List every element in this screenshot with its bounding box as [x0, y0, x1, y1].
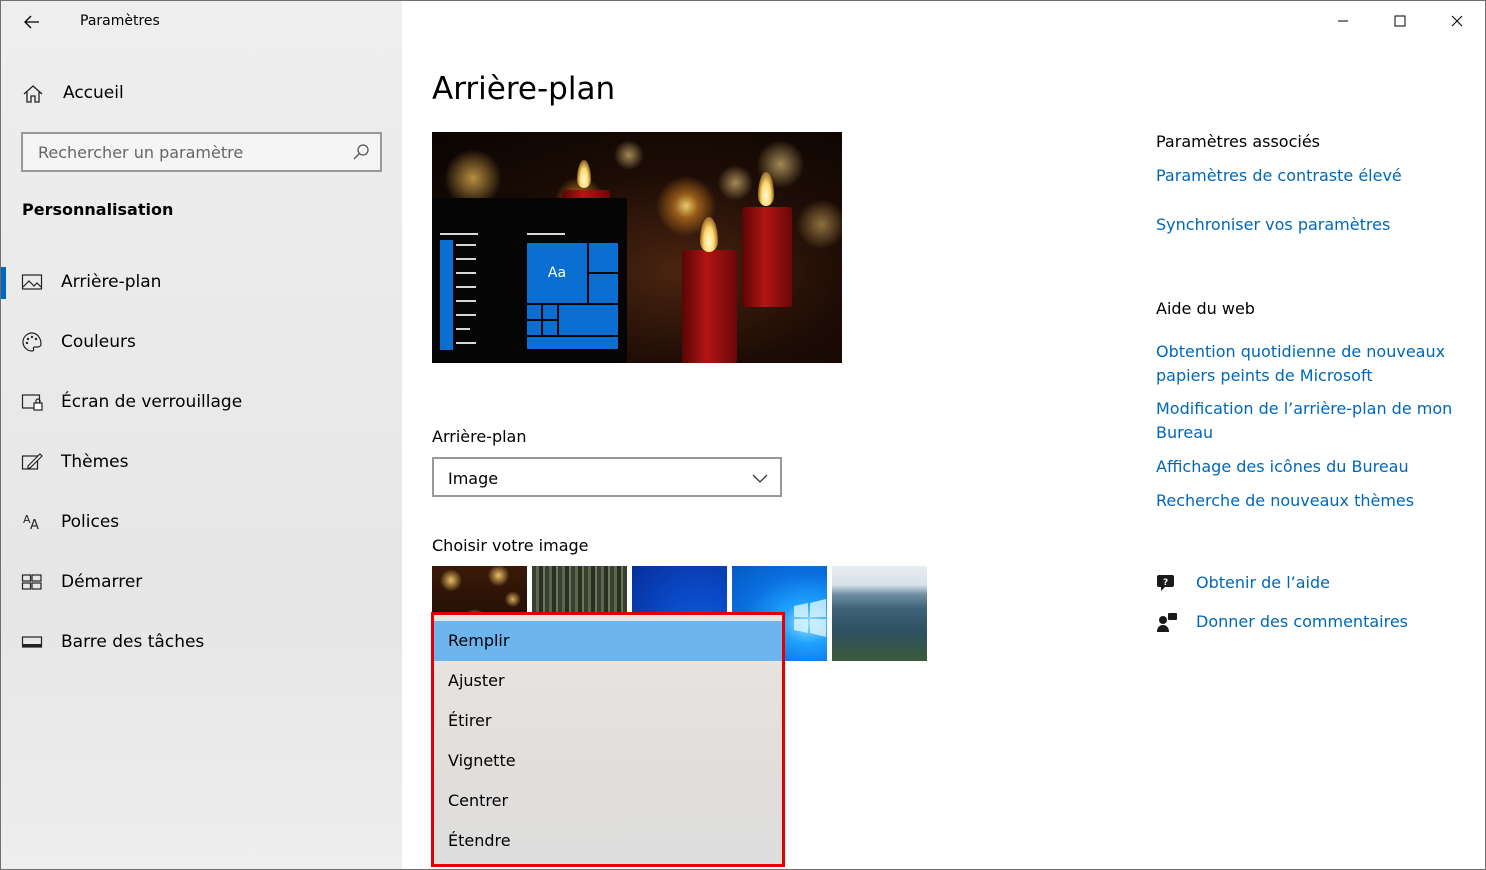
background-preview: Aa: [432, 132, 842, 363]
link-sync-settings[interactable]: Synchroniser vos paramètres: [1156, 213, 1466, 237]
sidebar-item-label: Démarrer: [61, 572, 143, 592]
chevron-down-icon: [752, 474, 768, 483]
sidebar-item-colors[interactable]: Couleurs: [1, 319, 402, 367]
picture-icon: [21, 274, 43, 290]
preview-start-menu: Aa: [432, 198, 627, 363]
themes-icon: [21, 453, 43, 470]
fit-option-span[interactable]: Étendre: [434, 821, 782, 861]
svg-text:?: ?: [1163, 578, 1168, 588]
search-icon[interactable]: [352, 143, 370, 161]
get-help-link[interactable]: ? Obtenir de l’aide: [1156, 571, 1476, 599]
svg-text:A: A: [30, 518, 39, 533]
search-box[interactable]: [21, 132, 382, 172]
home-label: Accueil: [63, 83, 124, 103]
sidebar: Paramètres Accueil Personnalisation Arri…: [1, 1, 402, 869]
start-icon: [21, 574, 42, 590]
preview-tile: Aa: [526, 242, 588, 304]
minimize-icon: [1337, 20, 1348, 22]
help-chat-icon: ?: [1157, 575, 1174, 591]
background-type-value: Image: [448, 469, 499, 488]
sidebar-item-home[interactable]: Accueil: [1, 73, 402, 113]
sidebar-item-fonts[interactable]: A A Polices: [1, 499, 402, 547]
link-daily-wallpapers[interactable]: Obtention quotidienne de nouveaux papier…: [1156, 340, 1466, 388]
app-title: Paramètres: [80, 13, 160, 29]
minimize-button[interactable]: [1314, 1, 1371, 41]
taskbar-icon: [21, 636, 43, 648]
window-controls: [1314, 1, 1485, 41]
candle-shape: [742, 207, 792, 307]
link-high-contrast[interactable]: Paramètres de contraste élevé: [1156, 164, 1466, 188]
background-type-select[interactable]: Image: [432, 457, 782, 497]
link-change-background[interactable]: Modification de l’arrière-plan de mon Bu…: [1156, 397, 1466, 445]
fonts-icon: A A: [23, 513, 39, 533]
feedback-label: Donner des commentaires: [1196, 612, 1408, 631]
sidebar-item-label: Arrière-plan: [61, 272, 162, 292]
fit-option-stretch[interactable]: Étirer: [434, 701, 782, 741]
flame-shape: [577, 160, 591, 188]
fit-option-label: Centrer: [448, 791, 509, 810]
sidebar-item-background[interactable]: Arrière-plan: [1, 259, 402, 307]
fit-option-label: Étirer: [448, 711, 492, 730]
sidebar-item-themes[interactable]: Thèmes: [1, 439, 402, 487]
fit-option-tile[interactable]: Vignette: [434, 741, 782, 781]
home-icon: [23, 85, 43, 103]
sidebar-item-label: Écran de verrouillage: [61, 392, 243, 412]
sidebar-item-start[interactable]: Démarrer: [1, 559, 402, 607]
close-button[interactable]: [1428, 1, 1485, 41]
thumbnail-coast[interactable]: [832, 566, 927, 661]
link-desktop-icons[interactable]: Affichage des icônes du Bureau: [1156, 455, 1466, 479]
fit-option-label: Vignette: [448, 751, 516, 770]
fit-option-label: Étendre: [448, 831, 511, 850]
feedback-icon: [1157, 613, 1177, 632]
maximize-icon: [1394, 15, 1405, 27]
choose-image-label: Choisir votre image: [432, 536, 589, 555]
settings-window: Paramètres Accueil Personnalisation Arri…: [0, 0, 1486, 870]
sidebar-item-label: Thèmes: [61, 452, 129, 472]
sidebar-item-lock-screen[interactable]: Écran de verrouillage: [1, 379, 402, 427]
page-title: Arrière-plan: [432, 71, 616, 107]
feedback-link[interactable]: Donner des commentaires: [1156, 610, 1476, 638]
sidebar-item-taskbar[interactable]: Barre des tâches: [1, 619, 402, 667]
back-arrow-icon: [24, 15, 39, 29]
fit-option-fill[interactable]: Remplir: [434, 621, 782, 661]
title-bar: Paramètres: [1, 1, 402, 45]
sidebar-item-label: Barre des tâches: [61, 632, 205, 652]
fit-option-center[interactable]: Centrer: [434, 781, 782, 821]
back-button[interactable]: [15, 7, 49, 37]
flame-shape: [700, 217, 718, 252]
candle-shape: [682, 250, 737, 363]
fit-options-dropdown: Remplir Ajuster Étirer Vignette Centrer …: [431, 612, 785, 867]
web-help-heading: Aide du web: [1156, 299, 1255, 318]
fit-option-fit[interactable]: Ajuster: [434, 661, 782, 701]
get-help-label: Obtenir de l’aide: [1196, 573, 1330, 592]
sidebar-item-label: Polices: [61, 512, 120, 532]
flame-shape: [758, 172, 774, 206]
maximize-button[interactable]: [1371, 1, 1428, 41]
link-new-themes[interactable]: Recherche de nouveaux thèmes: [1156, 489, 1466, 513]
fit-option-label: Remplir: [448, 631, 510, 650]
windows-logo-icon: [794, 599, 826, 637]
section-title: Personnalisation: [22, 200, 174, 219]
sidebar-item-label: Couleurs: [61, 332, 136, 352]
palette-icon: [22, 332, 42, 352]
search-input[interactable]: [23, 134, 380, 170]
lock-screen-icon: [21, 394, 43, 411]
fit-option-label: Ajuster: [448, 671, 505, 690]
related-settings-heading: Paramètres associés: [1156, 132, 1320, 151]
background-type-label: Arrière-plan: [432, 427, 527, 446]
close-icon: [1451, 15, 1462, 27]
